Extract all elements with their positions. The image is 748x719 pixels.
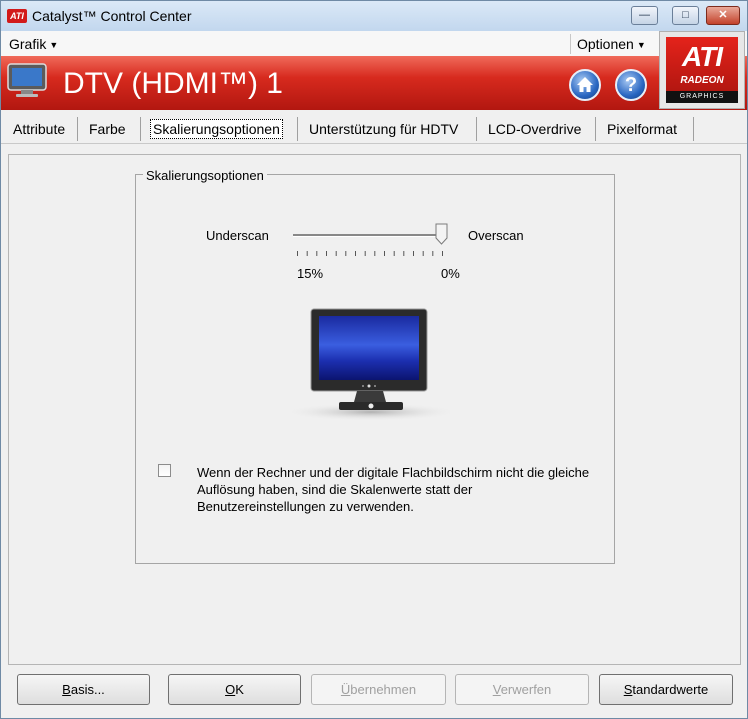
home-button[interactable] xyxy=(569,69,601,101)
tab-label: LCD-Overdrive xyxy=(488,121,582,137)
scaling-slider-track[interactable] xyxy=(293,234,443,237)
tab-bar: Attribute Farbe Skalierungsoptionen Unte… xyxy=(1,113,747,143)
help-icon: ? xyxy=(624,74,638,96)
slider-tick xyxy=(306,251,308,256)
maximize-icon: □ xyxy=(682,9,689,21)
button-accel: B xyxy=(62,682,71,697)
slider-tick xyxy=(393,251,395,256)
underscan-label: Underscan xyxy=(206,228,269,243)
button-label-rest: erwerfen xyxy=(500,682,552,697)
slider-max-label: 0% xyxy=(441,266,460,281)
tab-pixelformat[interactable]: Pixelformat xyxy=(603,117,694,141)
tab-farbe[interactable]: Farbe xyxy=(85,117,141,141)
button-label-rest: bernehmen xyxy=(350,682,417,697)
menu-bar: Grafik ▼ Optionen ▼ xyxy=(1,31,747,56)
slider-tick xyxy=(403,251,405,256)
slider-tick xyxy=(364,251,366,256)
slider-ticks xyxy=(297,251,443,256)
menu-optionen[interactable]: Optionen ▼ xyxy=(577,36,646,52)
menu-grafik[interactable]: Grafik ▼ xyxy=(9,36,58,52)
tab-skalierungsoptionen[interactable]: Skalierungsoptionen xyxy=(146,117,298,141)
tab-label: Unterstützung für HDTV xyxy=(309,121,459,137)
tab-label: Skalierungsoptionen xyxy=(150,119,283,139)
title-bar[interactable]: ATI Catalyst™ Control Center — □ ✕ xyxy=(1,1,747,32)
brand-word: ATI xyxy=(681,41,723,72)
apply-button[interactable]: Übernehmen xyxy=(311,674,446,705)
button-label-rest: tandardwerte xyxy=(632,682,709,697)
slider-tick xyxy=(345,251,347,256)
chevron-down-icon: ▼ xyxy=(49,40,59,50)
menu-divider xyxy=(570,34,571,54)
page-title: DTV (HDMI™) 1 xyxy=(63,67,283,100)
tab-attribute[interactable]: Attribute xyxy=(9,117,78,141)
display-monitor-icon xyxy=(7,63,47,97)
page-header: DTV (HDMI™) 1 ? xyxy=(1,56,747,110)
tab-label: Attribute xyxy=(13,121,66,137)
slider-tick xyxy=(432,251,434,256)
minimize-icon: — xyxy=(639,9,650,21)
basis-button[interactable]: Basis... xyxy=(17,674,150,705)
monitor-preview-image xyxy=(283,308,459,421)
ati-radeon-logo: ATI RADEON GRAPHICS xyxy=(659,31,745,109)
scaling-slider-thumb[interactable] xyxy=(435,223,448,245)
button-accel: Ü xyxy=(340,682,351,697)
menu-grafik-label: Grafik xyxy=(9,36,47,52)
tab-hdtv-support[interactable]: Unterstützung für HDTV xyxy=(305,117,477,141)
slider-tick xyxy=(374,251,376,256)
use-scaling-values-checkbox[interactable] xyxy=(158,464,171,477)
tab-divider xyxy=(1,143,747,144)
ok-button[interactable]: OK xyxy=(168,674,301,705)
button-accel: O xyxy=(225,682,236,697)
help-button[interactable]: ? xyxy=(615,69,647,101)
button-label-rest: K xyxy=(235,682,244,697)
tab-label: Farbe xyxy=(89,121,126,137)
slider-tick xyxy=(413,251,414,256)
close-icon: ✕ xyxy=(718,9,728,21)
ati-logo-plate: ATI RADEON GRAPHICS xyxy=(666,37,738,103)
slider-tick xyxy=(326,251,327,256)
defaults-button[interactable]: Standardwerte xyxy=(599,674,733,705)
main-window: ATI Catalyst™ Control Center — □ ✕ Grafi… xyxy=(0,0,748,719)
groupbox-title: Skalierungsoptionen xyxy=(143,168,267,183)
tab-label: Pixelformat xyxy=(607,121,678,137)
ati-app-icon: ATI xyxy=(7,9,27,23)
window-title: Catalyst™ Control Center xyxy=(32,8,192,24)
slider-min-label: 15% xyxy=(297,266,324,281)
checkbox-description: Wenn der Rechner und der digitale Flachb… xyxy=(197,465,590,514)
menu-optionen-label: Optionen xyxy=(577,36,634,52)
brand-sub: RADEON xyxy=(680,75,724,86)
minimize-button[interactable]: — xyxy=(631,6,658,25)
discard-button[interactable]: Verwerfen xyxy=(455,674,589,705)
slider-tick xyxy=(297,251,298,256)
tab-lcd-overdrive[interactable]: LCD-Overdrive xyxy=(484,117,596,141)
slider-tick xyxy=(442,251,443,256)
chevron-down-icon: ▼ xyxy=(636,40,646,50)
home-icon xyxy=(577,77,593,92)
slider-tick xyxy=(384,251,385,256)
slider-tick xyxy=(422,251,424,256)
slider-tick xyxy=(335,251,337,256)
slider-tick xyxy=(316,251,318,256)
maximize-button[interactable]: □ xyxy=(672,6,699,25)
brand-line: GRAPHICS xyxy=(666,91,738,103)
button-accel: V xyxy=(492,682,501,697)
close-button[interactable]: ✕ xyxy=(706,6,740,25)
overscan-label: Overscan xyxy=(468,228,524,243)
button-label-rest: asis... xyxy=(70,682,105,697)
slider-tick xyxy=(355,251,356,256)
